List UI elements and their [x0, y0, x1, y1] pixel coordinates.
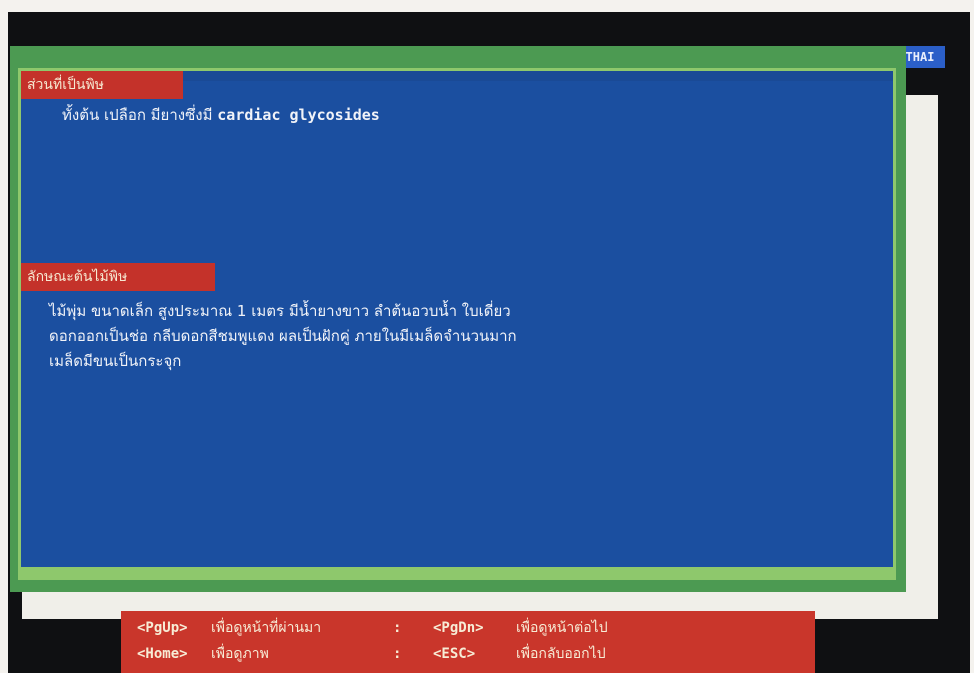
key-pgup[interactable]: <PgUp> [137, 615, 188, 641]
section-label-plant-description: ลักษณะต้นไม้พิษ [21, 263, 215, 291]
key-separator: : [393, 620, 402, 636]
content-panel: ส่วนที่เป็นพิษ ทั้งต้น เปลือก มียางซึ่งม… [21, 71, 893, 567]
key-help-bar: <PgUp> เพื่อดูหน้าที่ผ่านมา : <PgDn> เพื… [121, 611, 815, 673]
key-home-desc: เพื่อดูภาพ [211, 646, 269, 662]
toxic-parts-line-1: ทั้งต้น เปลือก มียางซึ่งมี cardiac glyco… [62, 106, 380, 124]
key-esc[interactable]: <ESC> [433, 641, 475, 667]
section-label-toxic-parts: ส่วนที่เป็นพิษ [21, 71, 183, 99]
plant-description-line-1: ไม้พุ่ม ขนาดเล็ก สูงประมาณ 1 เมตร มีน้ำย… [49, 302, 511, 320]
monitor-screen: THAI ส่วนที่เป็นพิษ ทั้งต้น เปลือก มียาง… [8, 12, 970, 673]
key-help-row: <PgUp> เพื่อดูหน้าที่ผ่านมา : <PgDn> เพื… [121, 615, 815, 641]
key-help-row: <Home> เพื่อดูภาพ : <ESC> เพื่อกลับออกไป [121, 641, 815, 667]
window-frame-inner: ส่วนที่เป็นพิษ ทั้งต้น เปลือก มียางซึ่งม… [18, 68, 896, 580]
key-pgup-desc: เพื่อดูหน้าที่ผ่านมา [211, 620, 322, 636]
key-home[interactable]: <Home> [137, 641, 188, 667]
key-separator: : [393, 646, 402, 662]
window-frame: ส่วนที่เป็นพิษ ทั้งต้น เปลือก มียางซึ่งม… [10, 46, 906, 592]
key-pgdn[interactable]: <PgDn> [433, 615, 484, 641]
plant-description-line-2: ดอกออกเป็นช่อ กลีบดอกสีชมพูแดง ผลเป็นฝัก… [49, 327, 517, 345]
key-pgdn-desc: เพื่อดูหน้าต่อไป [516, 620, 608, 636]
plant-description-line-3: เมล็ดมีขนเป็นกระจุก [49, 352, 182, 370]
key-esc-desc: เพื่อกลับออกไป [516, 646, 606, 662]
